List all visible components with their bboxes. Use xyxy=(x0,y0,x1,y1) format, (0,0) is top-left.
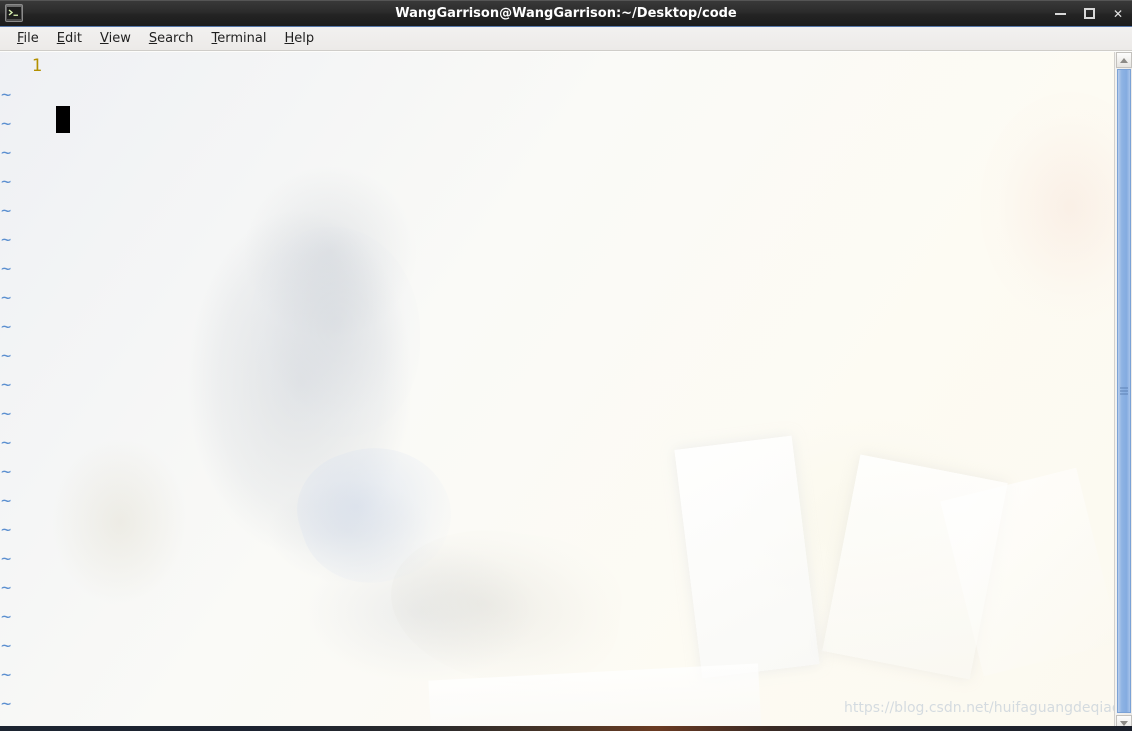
empty-line-marker: ~ xyxy=(1,549,12,569)
maximize-button[interactable] xyxy=(1081,6,1097,22)
empty-line-marker: ~ xyxy=(1,375,12,395)
empty-line-marker: ~ xyxy=(1,259,12,279)
empty-line-marker: ~ xyxy=(1,346,12,366)
empty-line-marker: ~ xyxy=(1,433,12,453)
line-number-1: 1 xyxy=(31,56,42,76)
menu-rest-edit: dit xyxy=(65,31,82,46)
empty-line-marker: ~ xyxy=(1,288,12,308)
empty-line-markers: ~ ~ ~ ~ ~ ~ ~ ~ ~ ~ ~ ~ ~ ~ ~ ~ ~ ~ ~ ~ ~ ~ xyxy=(0,81,24,719)
menu-accel-edit: E xyxy=(56,31,65,46)
menubar: File Edit View Search Terminal Help xyxy=(0,27,1132,51)
empty-line-marker: ~ xyxy=(1,520,12,540)
close-icon[interactable]: ✕ xyxy=(1110,6,1126,22)
text-cursor xyxy=(56,106,70,133)
empty-line-marker: ~ xyxy=(1,85,12,105)
menu-item-search[interactable]: Search xyxy=(140,29,203,48)
terminal-window: WangGarrison@WangGarrison:~/Desktop/code… xyxy=(0,0,1132,731)
empty-line-marker: ~ xyxy=(1,665,12,685)
menu-item-help[interactable]: Help xyxy=(275,29,323,48)
empty-line-marker: ~ xyxy=(1,491,12,511)
menu-item-view[interactable]: View xyxy=(91,29,140,48)
empty-line-marker: ~ xyxy=(1,201,12,221)
scrollbar-grip-icon xyxy=(1120,386,1128,397)
empty-line-marker: ~ xyxy=(1,404,12,424)
menu-rest-file: ile xyxy=(23,31,39,46)
terminal-icon xyxy=(5,4,23,22)
menu-rest-help: elp xyxy=(294,31,315,46)
empty-line-marker: ~ xyxy=(1,114,12,134)
menu-accel-help: H xyxy=(284,31,295,46)
menu-item-terminal[interactable]: Terminal xyxy=(203,29,276,48)
scroll-up-arrow-icon[interactable] xyxy=(1116,52,1132,68)
empty-line-marker: ~ xyxy=(1,607,12,627)
empty-line-marker: ~ xyxy=(1,578,12,598)
empty-line-marker: ~ xyxy=(1,636,12,656)
terminal-content-area[interactable]: 1 ~~~~~~~~~~~~~~~~~~~~~~ "main.c" [New F… xyxy=(0,52,1114,731)
menu-rest-terminal: erminal xyxy=(217,31,267,46)
titlebar: WangGarrison@WangGarrison:~/Desktop/code… xyxy=(0,0,1132,27)
window-title: WangGarrison@WangGarrison:~/Desktop/code xyxy=(395,5,737,21)
window-controls: ✕ xyxy=(1052,0,1126,27)
empty-line-marker: ~ xyxy=(1,143,12,163)
scrollbar-thumb[interactable] xyxy=(1117,69,1131,713)
empty-line-marker: ~ xyxy=(1,694,12,714)
menu-accel-search: S xyxy=(148,31,158,46)
menu-rest-search: earch xyxy=(157,31,194,46)
menu-rest-view: iew xyxy=(108,31,131,46)
empty-line-marker: ~ xyxy=(1,230,12,250)
empty-line-marker: ~ xyxy=(1,172,12,192)
vim-buffer[interactable]: 1 ~ ~ ~ ~ ~ ~ ~ ~ ~ ~ ~ ~ ~ ~ ~ ~ ~ ~ ~ ~ ~ ~ xyxy=(0,52,1114,731)
vertical-scrollbar[interactable] xyxy=(1114,52,1132,731)
desktop-bottom-strip xyxy=(0,726,1132,731)
menu-accel-view: V xyxy=(99,31,109,46)
empty-line-marker: ~ xyxy=(1,462,12,482)
menu-item-edit[interactable]: Edit xyxy=(48,29,91,48)
minimize-button[interactable] xyxy=(1052,6,1068,22)
menu-item-file[interactable]: File xyxy=(8,29,48,48)
empty-line-marker: ~ xyxy=(1,317,12,337)
